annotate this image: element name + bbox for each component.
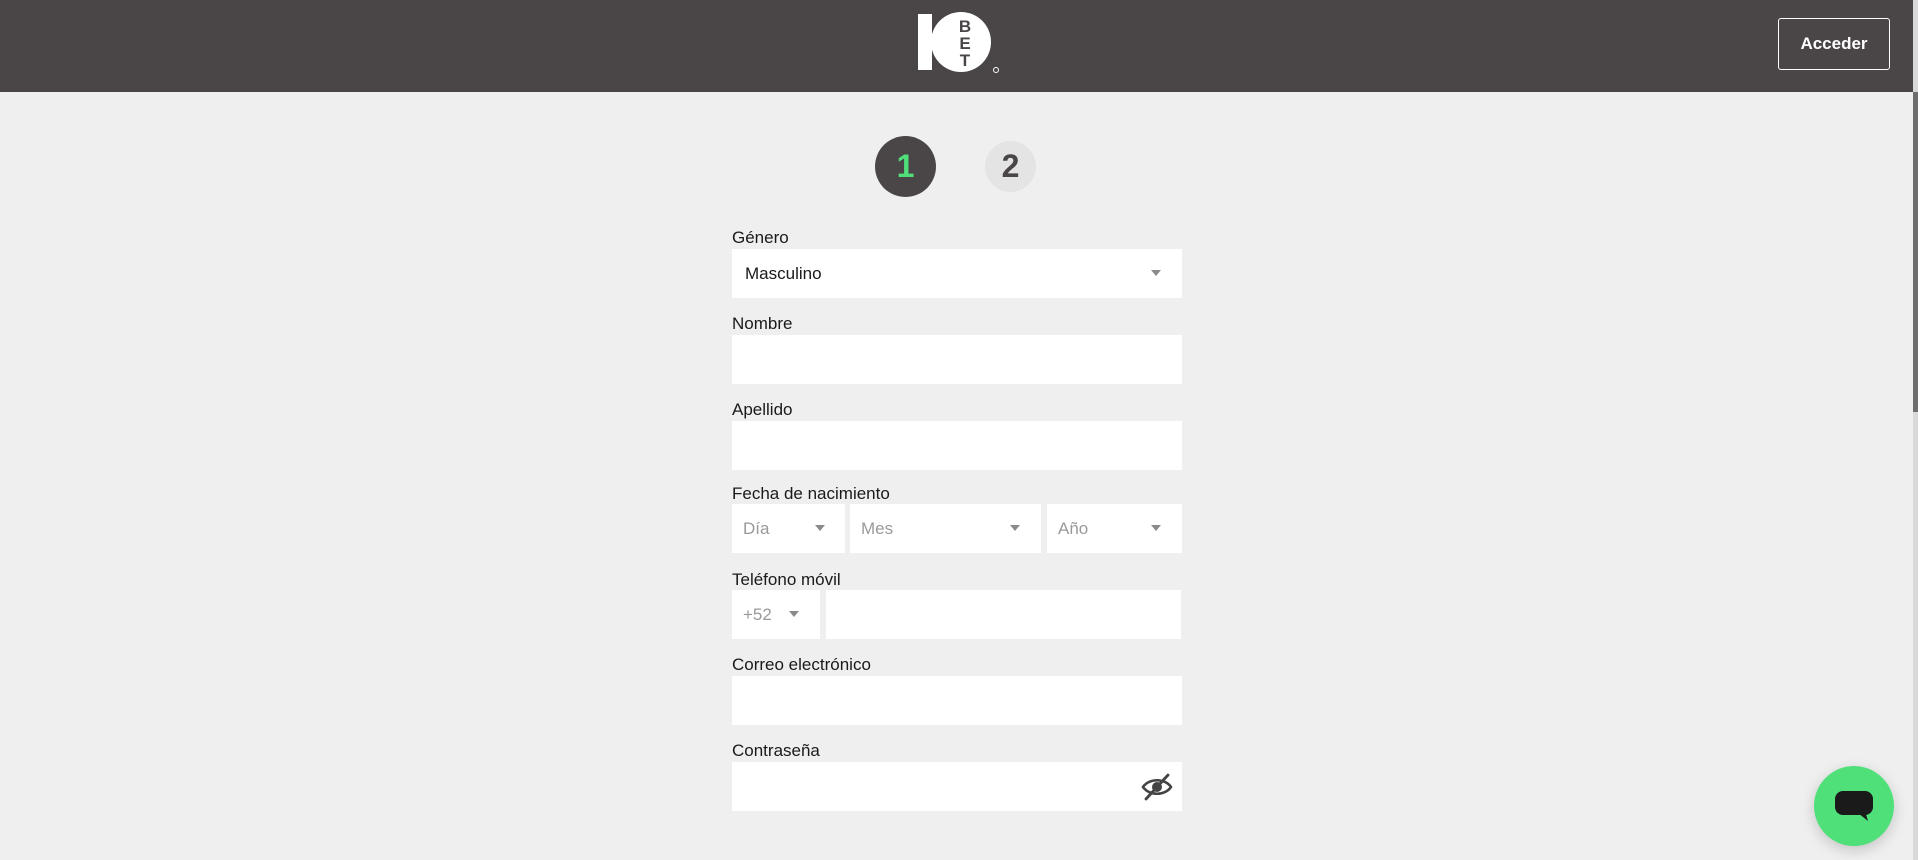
birth-month-select[interactable]: Mes [850,504,1041,553]
first-name-input[interactable] [732,335,1182,384]
birth-year-select[interactable]: Año [1047,504,1182,553]
birth-day-select[interactable]: Día [732,504,845,553]
email-input[interactable] [732,676,1182,725]
phone-input[interactable] [826,590,1181,639]
last-name-label: Apellido [732,400,793,419]
10bet-logo[interactable]: B E T [916,10,1000,74]
phone-label: Teléfono móvil [732,570,841,589]
chevron-down-icon [815,525,825,531]
birth-date-label: Fecha de nacimiento [732,484,890,503]
chevron-down-icon [1151,525,1161,531]
step-2-indicator: 2 [985,141,1036,192]
step-2-number: 2 [1001,148,1020,184]
last-name-input[interactable] [732,421,1182,470]
top-header: B E T Acceder [0,0,1918,92]
country-code-select[interactable]: +52 [732,590,820,639]
gender-label: Género [732,228,789,247]
chevron-down-icon [1010,525,1020,531]
password-label: Contraseña [732,741,820,760]
svg-text:T: T [960,51,971,70]
step-1-number: 1 [896,148,915,184]
chevron-down-icon [1151,270,1161,276]
first-name-label: Nombre [732,314,793,333]
chat-bubble-icon [1835,791,1873,821]
chevron-down-icon [789,611,799,617]
birth-year-placeholder: Año [1058,518,1089,538]
chat-button[interactable] [1814,766,1894,846]
birth-day-placeholder: Día [743,518,770,538]
step-1-indicator: 1 [875,136,936,197]
login-button[interactable]: Acceder [1778,18,1890,70]
scrollbar-thumb[interactable] [1913,92,1918,412]
password-input[interactable] [732,762,1182,811]
email-label: Correo electrónico [732,655,871,674]
gender-value: Masculino [745,263,822,283]
country-code-value: +52 [743,604,772,624]
birth-month-placeholder: Mes [861,518,894,538]
eye-off-icon[interactable] [1140,772,1174,802]
gender-select[interactable]: Masculino [732,249,1182,298]
